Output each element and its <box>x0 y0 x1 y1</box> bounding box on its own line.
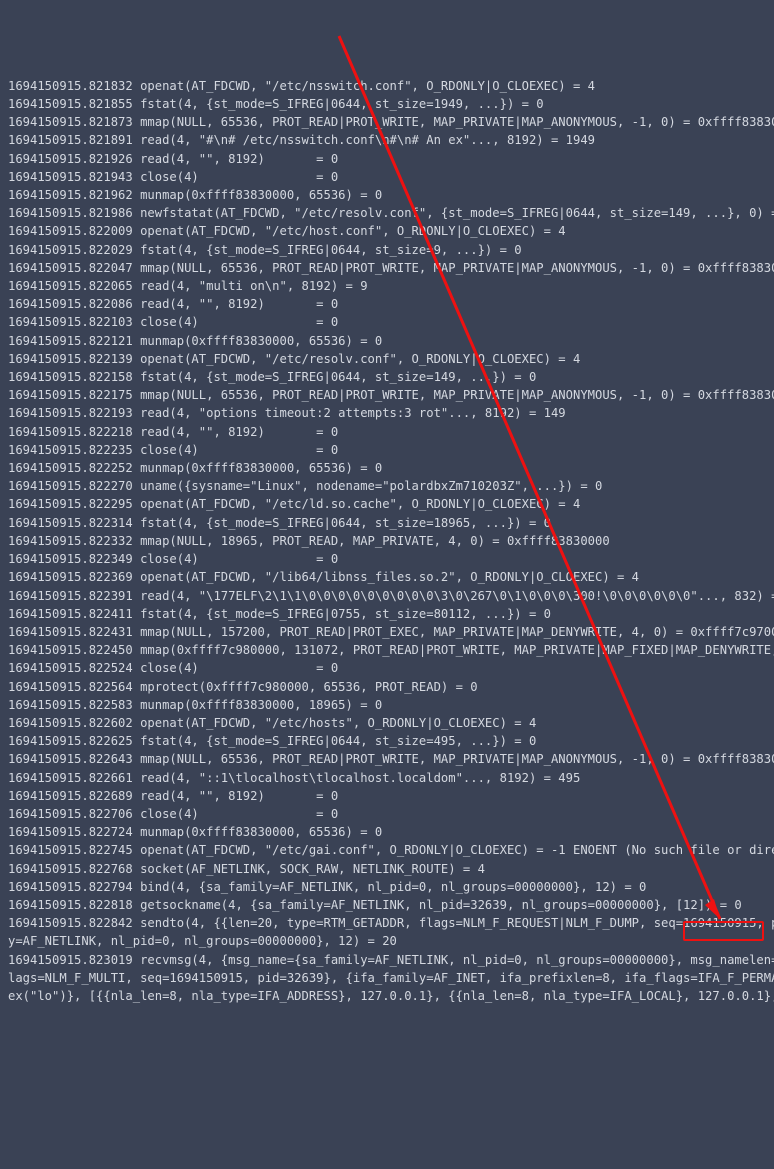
strace-log: 1694150915.821832 openat(AT_FDCWD, "/etc… <box>8 77 766 1005</box>
log-line: y=AF_NETLINK, nl_pid=0, nl_groups=000000… <box>8 932 766 950</box>
log-line: 1694150915.822369 openat(AT_FDCWD, "/lib… <box>8 568 766 586</box>
log-line: 1694150915.822450 mmap(0xffff7c980000, 1… <box>8 641 766 659</box>
log-line: 1694150915.822121 munmap(0xffff83830000,… <box>8 332 766 350</box>
log-line: 1694150915.822086 read(4, "", 8192) = 0 <box>8 295 766 313</box>
log-line: ex("lo")}, [{{nla_len=8, nla_type=IFA_AD… <box>8 987 766 1005</box>
log-line: 1694150915.823019 recvmsg(4, {msg_name={… <box>8 951 766 969</box>
log-line: 1694150915.822643 mmap(NULL, 65536, PROT… <box>8 750 766 768</box>
log-line: 1694150915.822411 fstat(4, {st_mode=S_IF… <box>8 605 766 623</box>
log-line: lags=NLM_F_MULTI, seq=1694150915, pid=32… <box>8 969 766 987</box>
log-line: 1694150915.822602 openat(AT_FDCWD, "/etc… <box>8 714 766 732</box>
log-line: 1694150915.821855 fstat(4, {st_mode=S_IF… <box>8 95 766 113</box>
log-line: 1694150915.822175 mmap(NULL, 65536, PROT… <box>8 386 766 404</box>
log-line: 1694150915.822295 openat(AT_FDCWD, "/etc… <box>8 495 766 513</box>
log-line: 1694150915.822431 mmap(NULL, 157200, PRO… <box>8 623 766 641</box>
log-line: 1694150915.822047 mmap(NULL, 65536, PROT… <box>8 259 766 277</box>
log-line: 1694150915.822252 munmap(0xffff83830000,… <box>8 459 766 477</box>
ip-highlight-box <box>683 921 764 941</box>
log-line: 1694150915.822706 close(4) = 0 <box>8 805 766 823</box>
log-line: 1694150915.821962 munmap(0xffff83830000,… <box>8 186 766 204</box>
log-line: 1694150915.822818 getsockname(4, {sa_fam… <box>8 896 766 914</box>
log-line: 1694150915.821943 close(4) = 0 <box>8 168 766 186</box>
log-line: 1694150915.822009 openat(AT_FDCWD, "/etc… <box>8 222 766 240</box>
log-line: 1694150915.822583 munmap(0xffff83830000,… <box>8 696 766 714</box>
log-line: 1694150915.822314 fstat(4, {st_mode=S_IF… <box>8 514 766 532</box>
log-line: 1694150915.822661 read(4, "::1\tlocalhos… <box>8 769 766 787</box>
log-line: 1694150915.822235 close(4) = 0 <box>8 441 766 459</box>
log-line: 1694150915.822065 read(4, "multi on\n", … <box>8 277 766 295</box>
log-line: 1694150915.821986 newfstatat(AT_FDCWD, "… <box>8 204 766 222</box>
log-line: 1694150915.822625 fstat(4, {st_mode=S_IF… <box>8 732 766 750</box>
log-line: 1694150915.822158 fstat(4, {st_mode=S_IF… <box>8 368 766 386</box>
log-line: 1694150915.822332 mmap(NULL, 18965, PROT… <box>8 532 766 550</box>
log-line: 1694150915.822391 read(4, "\177ELF\2\1\1… <box>8 587 766 605</box>
log-line: 1694150915.822349 close(4) = 0 <box>8 550 766 568</box>
log-line: 1694150915.822193 read(4, "options timeo… <box>8 404 766 422</box>
log-line: 1694150915.821832 openat(AT_FDCWD, "/etc… <box>8 77 766 95</box>
log-line: 1694150915.822745 openat(AT_FDCWD, "/etc… <box>8 841 766 859</box>
log-line: 1694150915.822218 read(4, "", 8192) = 0 <box>8 423 766 441</box>
log-line: 1694150915.822029 fstat(4, {st_mode=S_IF… <box>8 241 766 259</box>
log-line: 1694150915.822139 openat(AT_FDCWD, "/etc… <box>8 350 766 368</box>
log-line: 1694150915.821873 mmap(NULL, 65536, PROT… <box>8 113 766 131</box>
log-line: 1694150915.822724 munmap(0xffff83830000,… <box>8 823 766 841</box>
log-line: 1694150915.822768 socket(AF_NETLINK, SOC… <box>8 860 766 878</box>
log-line: 1694150915.821926 read(4, "", 8192) = 0 <box>8 150 766 168</box>
log-line: 1694150915.821891 read(4, "#\n# /etc/nss… <box>8 131 766 149</box>
log-line: 1694150915.822564 mprotect(0xffff7c98000… <box>8 678 766 696</box>
log-line: 1694150915.822689 read(4, "", 8192) = 0 <box>8 787 766 805</box>
log-line: 1694150915.822270 uname({sysname="Linux"… <box>8 477 766 495</box>
log-line: 1694150915.822524 close(4) = 0 <box>8 659 766 677</box>
log-line: 1694150915.822842 sendto(4, {{len=20, ty… <box>8 914 766 932</box>
log-line: 1694150915.822103 close(4) = 0 <box>8 313 766 331</box>
log-line: 1694150915.822794 bind(4, {sa_family=AF_… <box>8 878 766 896</box>
